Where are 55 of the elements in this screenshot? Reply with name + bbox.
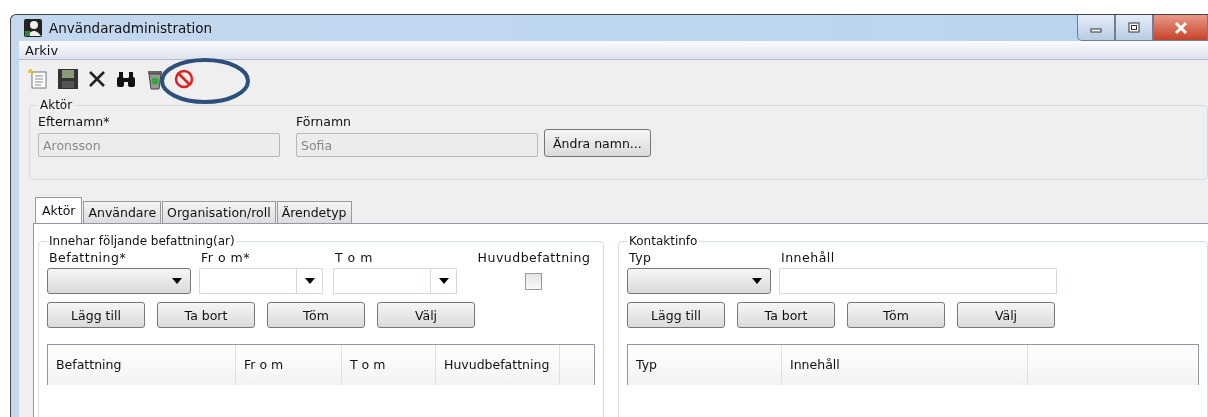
field-label: Typ [628, 250, 653, 265]
column-header[interactable]: Typ [628, 345, 782, 385]
tab[interactable]: Ärendetyp [276, 201, 352, 223]
field-label: T o m [334, 250, 374, 265]
action-button[interactable]: Ta bort [157, 302, 255, 328]
field-label: Fr o m* [200, 250, 251, 265]
dropdown[interactable] [627, 268, 771, 294]
dropdown[interactable] [47, 268, 191, 294]
column-header[interactable]: Innehåll [782, 345, 1028, 385]
field-label: Förnamn [296, 114, 352, 129]
group-legend: Aktör [38, 98, 75, 112]
tab[interactable]: Aktör [35, 197, 83, 223]
close-button[interactable] [1153, 15, 1208, 41]
text-field[interactable] [779, 268, 1057, 294]
user-icon [23, 18, 43, 38]
close-icon [1172, 20, 1189, 35]
checkbox[interactable] [524, 273, 542, 290]
dropdown-button[interactable] [431, 268, 457, 294]
window-title: Användaradministration [49, 20, 213, 36]
menu-item[interactable]: Arkiv [25, 42, 59, 58]
column-header[interactable]: Huvudbefattning [436, 345, 560, 385]
action-button[interactable]: Lägg till [627, 302, 725, 328]
caret-icon [438, 278, 449, 284]
save-icon[interactable] [57, 68, 79, 90]
field-label: Befattning* [48, 250, 128, 265]
trash-can-icon[interactable] [145, 68, 165, 90]
column-header[interactable]: Befattning [48, 345, 236, 385]
minimize-button[interactable] [1077, 15, 1115, 41]
field-label: Innehåll [780, 250, 836, 265]
binoculars-icon[interactable] [115, 69, 137, 89]
caret-icon [752, 278, 762, 284]
maximize-button[interactable] [1115, 15, 1153, 41]
tab[interactable]: Användare [83, 201, 162, 223]
action-button[interactable]: Lägg till [47, 302, 145, 328]
dropdown-button[interactable] [297, 268, 323, 294]
action-button[interactable]: Ta bort [737, 302, 835, 328]
maximize-icon [1127, 21, 1141, 34]
action-button[interactable]: Välj [377, 302, 475, 328]
column-header[interactable]: T o m [342, 345, 436, 385]
action-button[interactable]: Töm [267, 302, 365, 328]
group-legend: Innehar följande befattning(ar) [47, 234, 237, 248]
field-label: Efternamn* [38, 114, 111, 129]
action-button[interactable]: Töm [847, 302, 945, 328]
field-label: Huvudbefattning [476, 250, 591, 265]
caret-icon [172, 278, 182, 284]
column-header[interactable]: Fr o m [236, 345, 342, 385]
group-legend: Kontaktinfo [627, 234, 700, 248]
prohibited-icon[interactable] [173, 68, 195, 90]
date-field[interactable] [199, 268, 297, 294]
action-button[interactable]: Välj [957, 302, 1055, 328]
caret-icon [304, 278, 315, 284]
rename-button[interactable]: Ändra namn... [544, 129, 651, 157]
delete-icon[interactable] [87, 69, 107, 89]
tab[interactable]: Organisation/roll [162, 201, 276, 223]
date-field[interactable] [333, 268, 431, 294]
